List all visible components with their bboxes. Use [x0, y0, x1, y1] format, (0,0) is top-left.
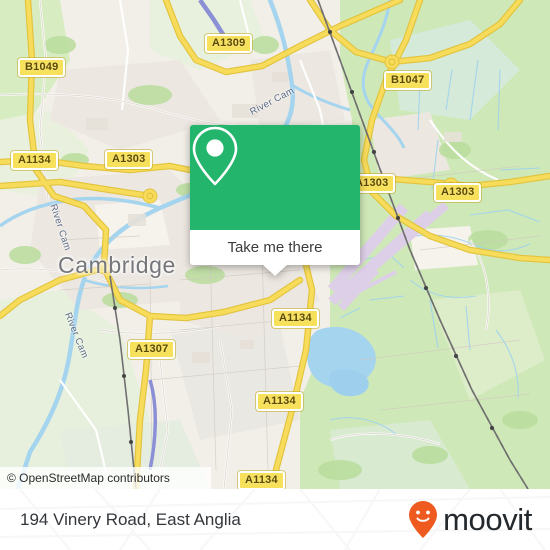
callout-tail — [263, 265, 287, 276]
address-label: 194 Vinery Road, East Anglia — [20, 509, 241, 529]
moovit-wordmark: moovit — [443, 502, 532, 537]
map-screenshot: Cambridge River Cam River Cam River Cam … — [0, 0, 550, 550]
road-shield: A1134 — [238, 471, 285, 489]
moovit-logo[interactable]: moovit — [407, 500, 532, 540]
footer-bar: 194 Vinery Road, East Anglia moovit — [0, 489, 550, 550]
take-me-there-label: Take me there — [227, 239, 323, 256]
road-shield: A1134 — [256, 392, 303, 411]
card-icon-panel — [190, 125, 360, 230]
road-shield: A1303 — [434, 183, 482, 202]
road-shield: A1307 — [128, 340, 176, 359]
road-shield: A1134 — [272, 309, 319, 328]
map-canvas[interactable]: Cambridge River Cam River Cam River Cam … — [0, 0, 550, 489]
map-attribution[interactable]: © OpenStreetMap contributors — [0, 467, 211, 489]
road-shield: A1134 — [11, 151, 58, 170]
road-shield: B1049 — [18, 58, 66, 77]
road-shield: A1309 — [205, 34, 253, 53]
destination-callout-card[interactable]: Take me there — [190, 125, 360, 276]
road-shield: B1047 — [384, 71, 432, 90]
road-shield: A1303 — [105, 150, 153, 169]
map-pin-icon — [192, 126, 238, 186]
moovit-smiley-pin-icon — [409, 500, 438, 538]
attribution-text: © OpenStreetMap contributors — [7, 471, 170, 485]
map-place-label-cambridge: Cambridge — [58, 252, 176, 278]
card-action-footer[interactable]: Take me there — [190, 230, 360, 276]
